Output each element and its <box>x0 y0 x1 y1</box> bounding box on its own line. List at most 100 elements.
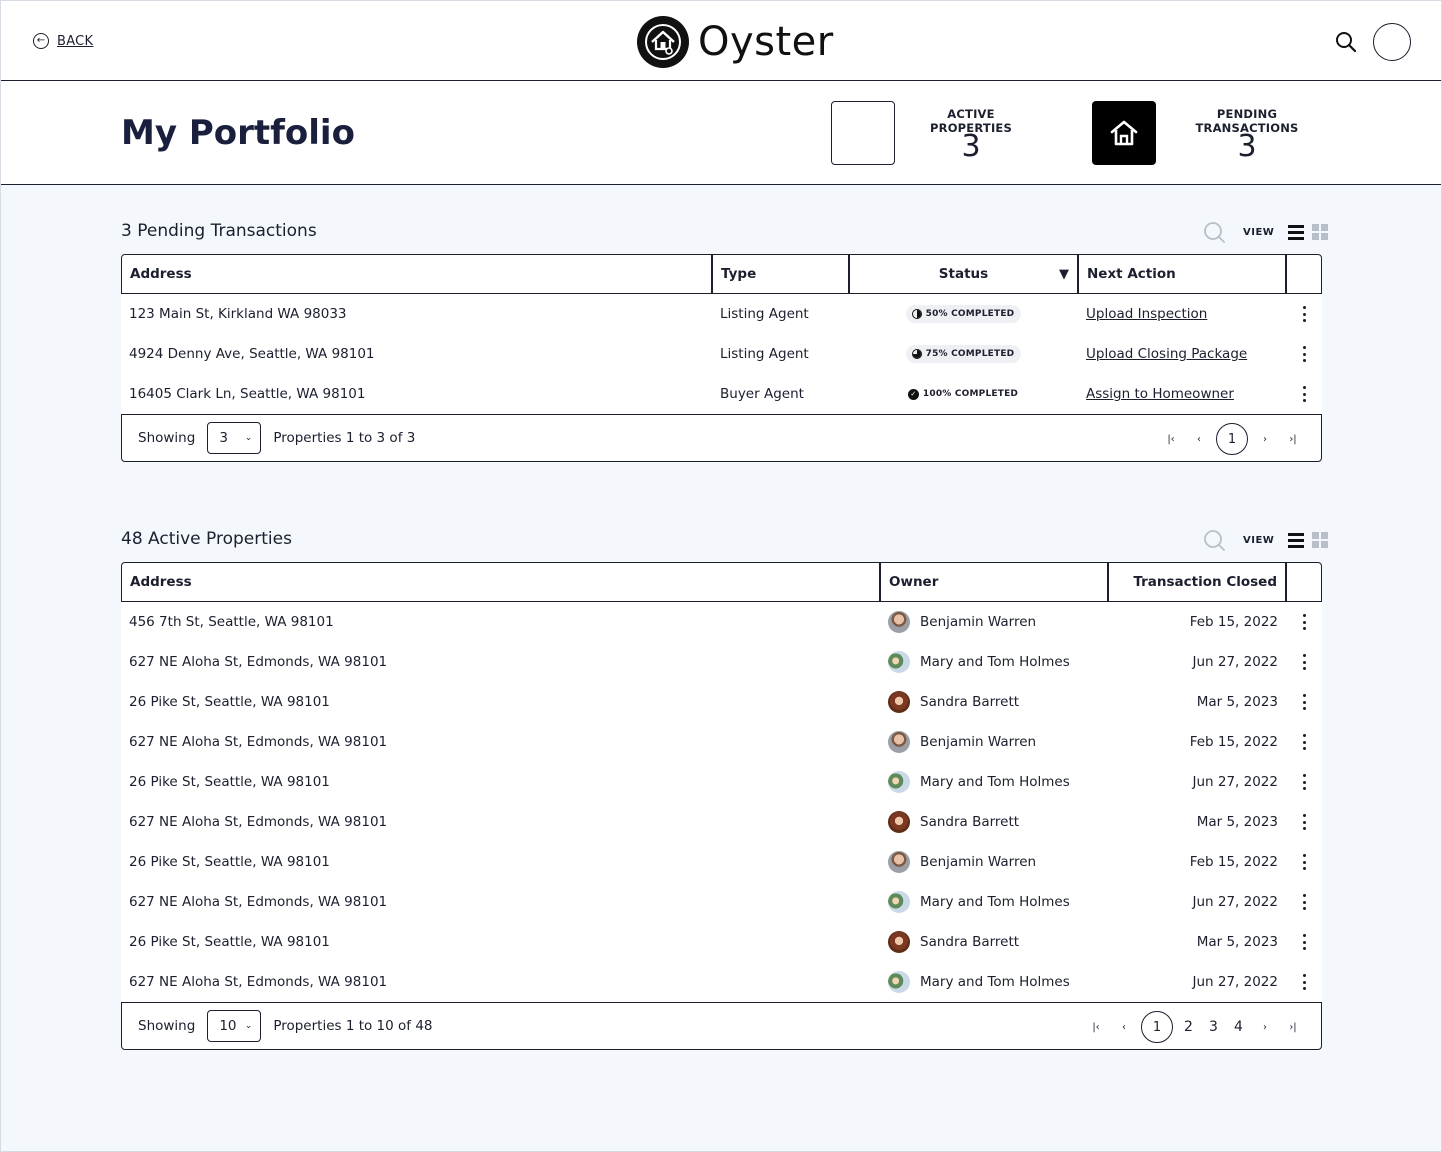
next-action-link[interactable]: Assign to Homeowner <box>1086 386 1234 402</box>
page-size-select[interactable]: 10 ⌄ <box>207 1010 262 1042</box>
cell-address: 16405 Clark Ln, Seattle, WA 98101 <box>129 386 366 402</box>
table-body: 456 7th St, Seattle, WA 98101 Benjamin W… <box>121 602 1322 1002</box>
search-icon[interactable] <box>1335 31 1357 53</box>
first-page-icon[interactable]: |‹ <box>1157 423 1185 455</box>
kebab-menu-icon[interactable] <box>1300 306 1308 322</box>
brand-logo[interactable]: Oyster <box>637 16 834 68</box>
table-row[interactable]: 627 NE Aloha St, Edmonds, WA 98101 Benja… <box>121 722 1322 762</box>
page-button[interactable]: 4 <box>1226 1011 1251 1043</box>
last-page-icon[interactable]: ›| <box>1279 1011 1307 1043</box>
search-icon[interactable] <box>1203 529 1225 551</box>
owner-name: Mary and Tom Holmes <box>920 974 1070 990</box>
cell-address: 627 NE Aloha St, Edmonds, WA 98101 <box>129 814 388 830</box>
kebab-menu-icon[interactable] <box>1300 734 1308 750</box>
list-view-icon[interactable] <box>1288 532 1305 548</box>
view-label: VIEW <box>1243 534 1275 546</box>
column-header-transaction-closed[interactable]: Transaction Closed <box>1109 563 1287 601</box>
column-header-status[interactable]: Status ▼ <box>850 255 1079 293</box>
list-view-icon[interactable] <box>1288 224 1305 240</box>
grid-view-icon[interactable] <box>1312 532 1329 548</box>
progress-three-quarter-icon <box>911 349 922 359</box>
sort-down-icon[interactable]: ▼ <box>1059 267 1069 282</box>
prev-page-icon[interactable]: ‹ <box>1185 423 1213 455</box>
kebab-menu-icon[interactable] <box>1300 346 1308 362</box>
cell-status: 50% COMPLETED <box>849 294 1078 334</box>
page-size-value: 3 <box>219 430 228 446</box>
table-row[interactable]: 26 Pike St, Seattle, WA 98101 Benjamin W… <box>121 842 1322 882</box>
table-row[interactable]: 627 NE Aloha St, Edmonds, WA 98101 Mary … <box>121 882 1322 922</box>
search-icon[interactable] <box>1203 221 1225 243</box>
table-row[interactable]: 4924 Denny Ave, Seattle, WA 98101 Listin… <box>121 334 1322 374</box>
kebab-menu-icon[interactable] <box>1300 774 1308 790</box>
cell-type: Buyer Agent <box>720 386 804 402</box>
table-row[interactable]: 456 7th St, Seattle, WA 98101 Benjamin W… <box>121 602 1322 642</box>
page-button-current[interactable]: 1 <box>1216 423 1248 455</box>
active-properties-icon-box <box>831 101 895 165</box>
column-header-type[interactable]: Type <box>713 255 850 293</box>
table-row[interactable]: 16405 Clark Ln, Seattle, WA 98101 Buyer … <box>121 374 1322 414</box>
cell-address: 627 NE Aloha St, Edmonds, WA 98101 <box>129 734 388 750</box>
page-button[interactable]: 2 <box>1176 1011 1201 1043</box>
owner-name: Mary and Tom Holmes <box>920 774 1070 790</box>
page-button-current[interactable]: 1 <box>1141 1011 1173 1043</box>
kebab-menu-icon[interactable] <box>1300 386 1308 402</box>
cell-address: 123 Main St, Kirkland WA 98033 <box>129 306 347 322</box>
column-header-next-action[interactable]: Next Action <box>1079 255 1287 293</box>
avatar <box>888 611 910 633</box>
owner-name: Sandra Barrett <box>920 814 1020 830</box>
cell-address: 26 Pike St, Seattle, WA 98101 <box>129 854 330 870</box>
cell-status: ✓ 100% COMPLETED <box>849 374 1078 414</box>
next-page-icon[interactable]: › <box>1251 423 1279 455</box>
status-badge-label: 75% COMPLETED <box>925 349 1015 359</box>
table-row[interactable]: 26 Pike St, Seattle, WA 98101 Sandra Bar… <box>121 922 1322 962</box>
cell-transaction-closed: Feb 15, 2022 <box>1189 854 1278 870</box>
table-footer: Showing 10 ⌄ Properties 1 to 10 of 48 |‹… <box>121 1002 1322 1050</box>
table-row[interactable]: 123 Main St, Kirkland WA 98033 Listing A… <box>121 294 1322 334</box>
cell-transaction-closed: Feb 15, 2022 <box>1189 734 1278 750</box>
prev-page-icon[interactable]: ‹ <box>1110 1011 1138 1043</box>
kebab-menu-icon[interactable] <box>1300 854 1308 870</box>
avatar <box>888 891 910 913</box>
column-header-address[interactable]: Address <box>122 255 713 293</box>
kebab-menu-icon[interactable] <box>1300 894 1308 910</box>
cell-address: 627 NE Aloha St, Edmonds, WA 98101 <box>129 974 388 990</box>
active-view-controls: VIEW <box>1203 529 1329 551</box>
table-row[interactable]: 627 NE Aloha St, Edmonds, WA 98101 Mary … <box>121 642 1322 682</box>
active-properties-value: 3 <box>961 129 981 164</box>
table-row[interactable]: 26 Pike St, Seattle, WA 98101 Mary and T… <box>121 762 1322 802</box>
cell-next-action: Upload Closing Package <box>1078 334 1286 374</box>
back-arrow-icon: ← <box>33 33 49 49</box>
status-badge: 50% COMPLETED <box>905 305 1022 323</box>
progress-half-icon <box>911 309 922 319</box>
grid-view-icon[interactable] <box>1312 224 1329 240</box>
next-action-link[interactable]: Upload Inspection <box>1086 306 1207 322</box>
kebab-menu-icon[interactable] <box>1300 934 1308 950</box>
back-button[interactable]: ← BACK <box>33 33 93 49</box>
kebab-menu-icon[interactable] <box>1300 814 1308 830</box>
table-body: 123 Main St, Kirkland WA 98033 Listing A… <box>121 294 1322 414</box>
cell-type: Listing Agent <box>720 346 809 362</box>
table-row[interactable]: 26 Pike St, Seattle, WA 98101 Sandra Bar… <box>121 682 1322 722</box>
cell-transaction-closed: Jun 27, 2022 <box>1192 974 1278 990</box>
kebab-menu-icon[interactable] <box>1300 694 1308 710</box>
page-button[interactable]: 3 <box>1201 1011 1226 1043</box>
kebab-menu-icon[interactable] <box>1300 654 1308 670</box>
column-header-owner[interactable]: Owner <box>881 563 1109 601</box>
kebab-menu-icon[interactable] <box>1300 614 1308 630</box>
table-row[interactable]: 627 NE Aloha St, Edmonds, WA 98101 Sandr… <box>121 802 1322 842</box>
next-page-icon[interactable]: › <box>1251 1011 1279 1043</box>
column-header-address[interactable]: Address <box>122 563 881 601</box>
last-page-icon[interactable]: ›| <box>1279 423 1307 455</box>
avatar <box>888 851 910 873</box>
page-size-select[interactable]: 3 ⌄ <box>207 422 262 454</box>
next-action-link[interactable]: Upload Closing Package <box>1086 346 1247 362</box>
table-row[interactable]: 627 NE Aloha St, Edmonds, WA 98101 Mary … <box>121 962 1322 1002</box>
kebab-menu-icon[interactable] <box>1300 974 1308 990</box>
portfolio-header: My Portfolio ACTIVE PROPERTIES 3 PENDING… <box>1 81 1441 185</box>
user-avatar[interactable] <box>1373 23 1411 61</box>
first-page-icon[interactable]: |‹ <box>1082 1011 1110 1043</box>
back-label: BACK <box>57 33 94 49</box>
owner-name: Sandra Barrett <box>920 694 1020 710</box>
cell-owner: Sandra Barrett <box>880 682 1108 722</box>
cell-transaction-closed: Mar 5, 2023 <box>1196 934 1278 950</box>
